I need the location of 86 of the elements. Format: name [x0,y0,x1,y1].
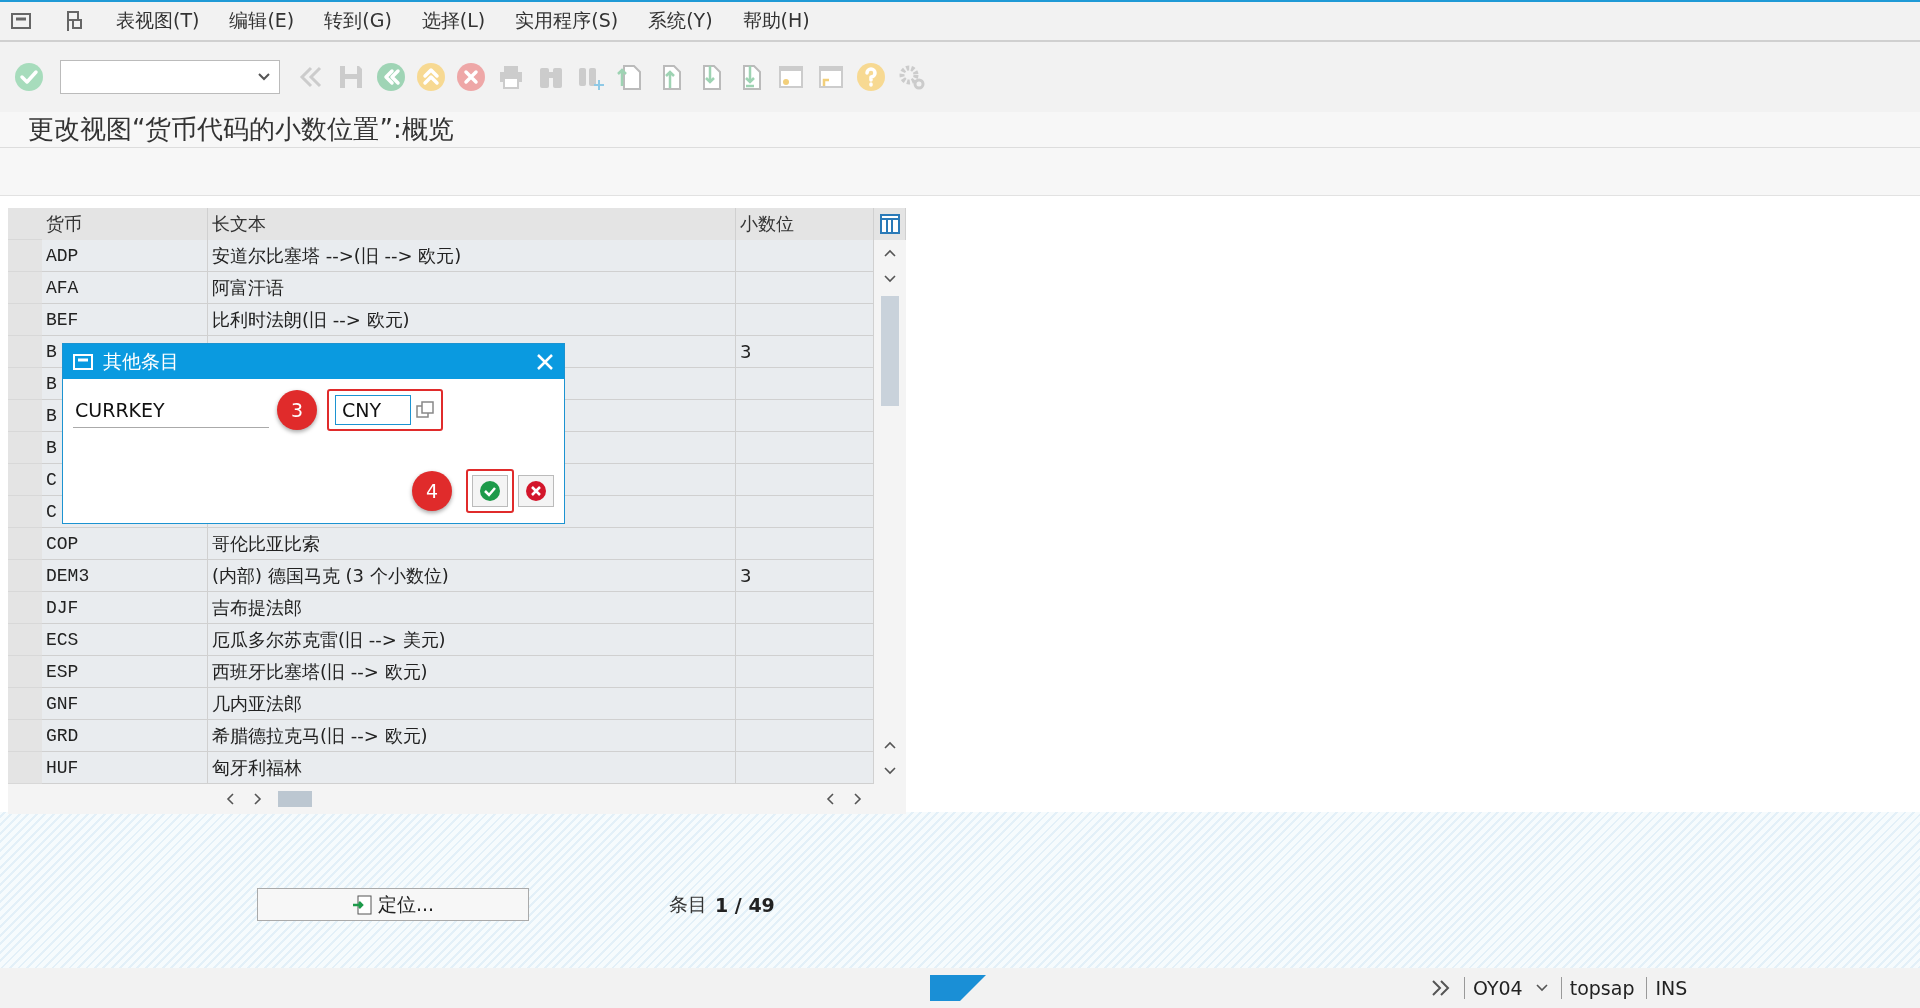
table-cell: 安道尔比塞塔 -->(旧 --> 欧元) [208,240,736,272]
table-cell: 哥伦比亚比索 [208,528,736,560]
table-settings-icon [879,214,900,234]
table-cell: DEM3 [42,560,208,592]
row-selector[interactable] [8,496,42,528]
table-cell: ESP [42,656,208,688]
table-cell: 希腊德拉克马(旧 --> 欧元) [208,720,736,752]
row-selector[interactable] [8,336,42,368]
row-selector[interactable] [8,464,42,496]
row-selector[interactable] [8,368,42,400]
input-mode: INS [1646,977,1688,999]
column-header[interactable]: 小数位 [736,208,874,240]
cancel-icon[interactable] [456,62,486,92]
row-header [8,208,42,240]
double-chevron-right-icon[interactable] [1430,978,1452,998]
menu-item[interactable]: 实用程序(S) [515,8,619,34]
table-cell: 西班牙比塞塔(旧 --> 欧元) [208,656,736,688]
table-cell: BEF [42,304,208,336]
table-cell: DJF [42,592,208,624]
row-selector[interactable] [8,624,42,656]
confirm-button[interactable] [472,475,508,507]
table-cell: AFA [42,272,208,304]
entries-count: 1 / 49 [715,893,775,916]
row-selector[interactable] [8,400,42,432]
column-settings-button[interactable] [874,208,906,240]
page-title: 更改视图“货币代码的小数位置”:概览 [28,113,454,146]
table-cell: 3 [736,336,874,368]
menu-item[interactable]: 转到(G) [324,8,392,34]
table-cell: GNF [42,688,208,720]
row-selector[interactable] [8,432,42,464]
close-icon[interactable] [536,352,554,371]
column-header[interactable]: 长文本 [208,208,736,240]
chevron-down-icon [257,72,271,82]
command-field[interactable] [60,60,280,94]
check-icon[interactable] [14,62,44,92]
window-icon [73,352,95,371]
row-selector[interactable] [8,560,42,592]
sap-logo [930,975,986,1001]
table-cell: 3 [736,560,874,592]
menu-item[interactable]: 表视图(T) [116,8,200,34]
table-cell: GRD [42,720,208,752]
row-selector[interactable] [8,304,42,336]
entries-label: 条目 [669,891,707,917]
scroll-thumb[interactable] [881,296,899,406]
table-cell: ECS [42,624,208,656]
arrow-into-list-icon [351,894,372,915]
input-field[interactable]: CNY [335,395,411,425]
cancel-button[interactable] [518,475,554,507]
table-cell: 厄瓜多尔苏克雷(旧 --> 美元) [208,624,736,656]
menu-item[interactable]: 帮助(H) [742,8,810,34]
menu-icon[interactable] [10,11,34,31]
menu-item[interactable]: 选择(L) [421,8,486,34]
transaction-code[interactable]: OY04 [1464,977,1523,999]
cancel-icon [525,480,547,502]
row-selector[interactable] [8,592,42,624]
up-icon[interactable] [416,62,446,92]
menu-item[interactable]: 编辑(E) [229,8,295,34]
chevron-down-icon[interactable] [1534,983,1549,993]
row-selector[interactable] [8,688,42,720]
system-name: topsap [1560,977,1635,999]
menu-item[interactable]: 系统(Y) [648,8,713,34]
check-icon [479,480,501,502]
table-cell: ADP [42,240,208,272]
table-cell: 匈牙利福林 [208,752,736,784]
step-marker: 3 [277,390,317,430]
row-selector[interactable] [8,720,42,752]
help-icon[interactable] [856,62,886,92]
row-selector[interactable] [8,656,42,688]
table-cell: 阿富汗语 [208,272,736,304]
column-header[interactable]: 货币 [42,208,208,240]
table-cell: (内部) 德国马克 (3 个小数位) [208,560,736,592]
table-cell: COP [42,528,208,560]
row-selector[interactable] [8,528,42,560]
table-cell: 吉布提法郎 [208,592,736,624]
step-marker: 4 [412,471,452,511]
row-selector[interactable] [8,240,42,272]
copy-icon[interactable] [415,400,435,420]
scroll-thumb[interactable] [278,791,312,807]
row-selector[interactable] [8,752,42,784]
table-cell: 比利时法朗(旧 --> 欧元) [208,304,736,336]
row-selector[interactable] [8,272,42,304]
table-cell: 几内亚法郎 [208,688,736,720]
back-icon[interactable] [376,62,406,92]
table-cell: HUF [42,752,208,784]
field-label: CURRKEY [73,392,269,428]
position-button[interactable]: 定位... [257,888,529,921]
